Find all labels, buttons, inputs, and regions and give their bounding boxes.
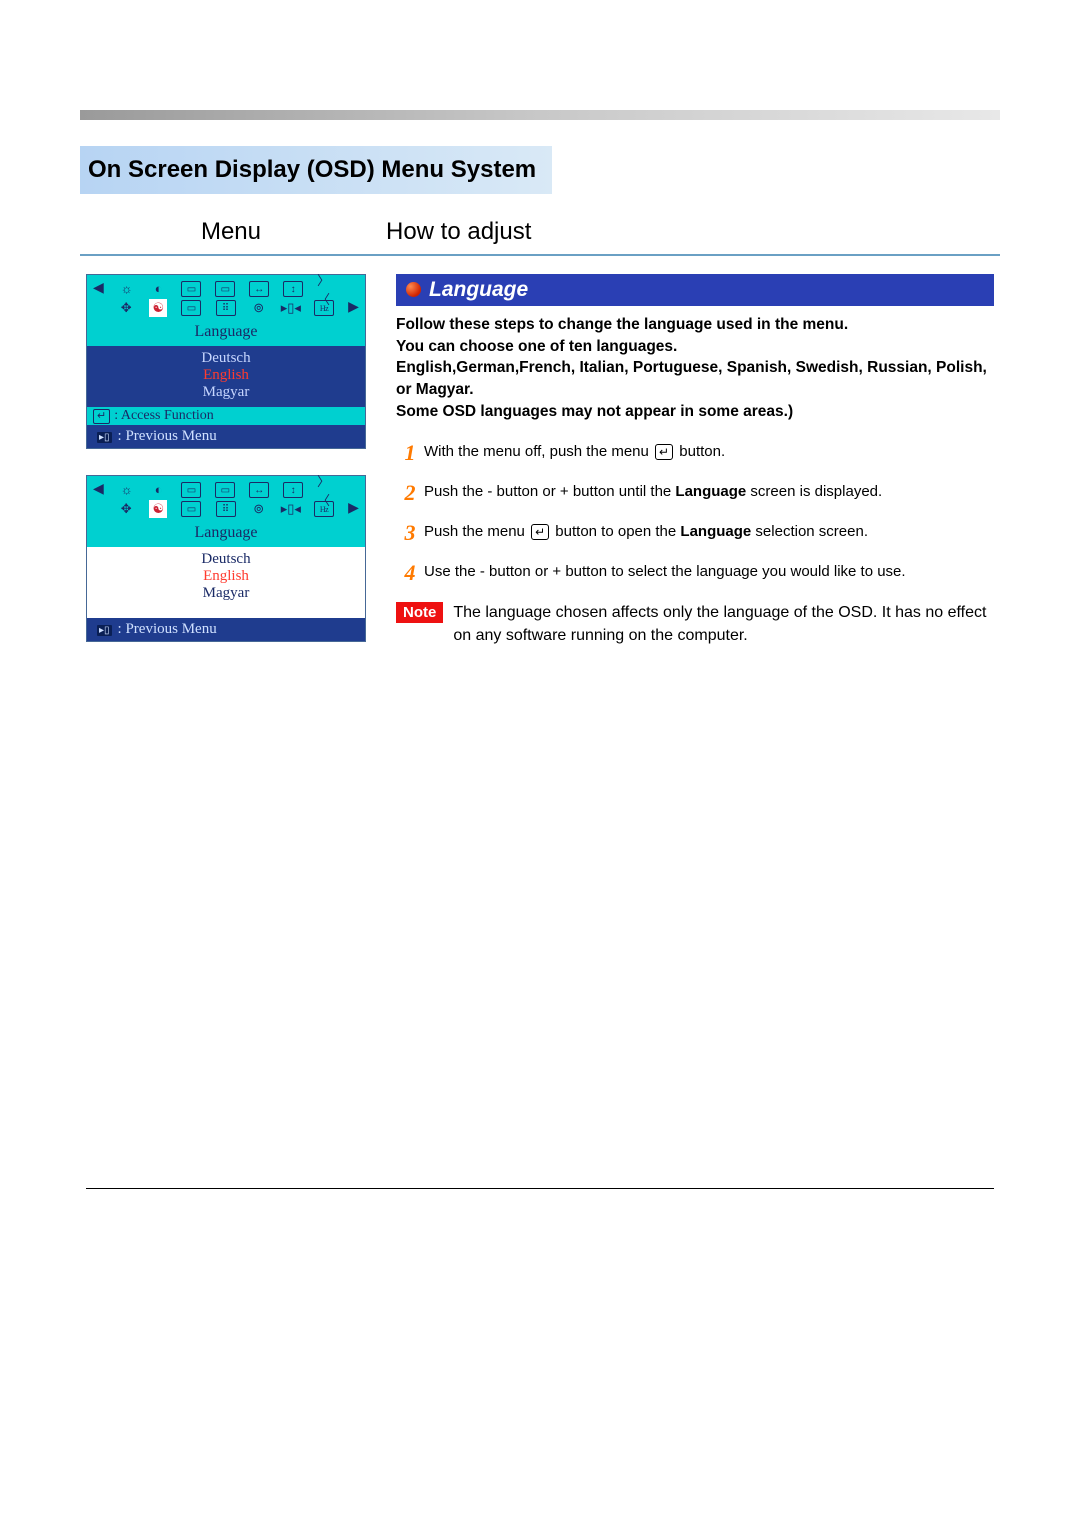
contrast-icon: ◐ xyxy=(150,280,168,298)
hpos-icon: ▭ xyxy=(181,482,201,498)
step-3: 3 Push the menu ↵ button to open the Lan… xyxy=(396,522,994,544)
geometry-icon: ✥ xyxy=(117,500,135,518)
hz-icon: Hz xyxy=(314,501,334,517)
osd-access-hint: ↵: Access Function xyxy=(87,407,365,425)
step-text: Push the menu ↵ button to open the Langu… xyxy=(424,522,994,542)
enter-key-icon: ↵ xyxy=(655,444,673,460)
hpos-icon: ▭ xyxy=(181,281,201,297)
hsize-icon: ↔ xyxy=(249,482,269,498)
note: Note The language chosen affects only th… xyxy=(396,602,994,647)
osd-panel-select: ◀ ☼ ◐ ▭ ▭ ↔ ↕ 〉〈 ✥ ☯ ▭ xyxy=(86,475,366,642)
osd-language-list: Deutsch English Magyar xyxy=(87,346,365,407)
osd-title: Language xyxy=(87,320,365,346)
vsize-icon: ↕ xyxy=(283,482,303,498)
osd-icon-grid: ◀ ☼ ◐ ▭ ▭ ↔ ↕ 〉〈 ✥ ☯ ▭ xyxy=(87,275,365,320)
geometry-icon: ✥ xyxy=(117,299,135,317)
osd-language-list: Deutsch English Magyar xyxy=(87,547,365,608)
section-heading: Language xyxy=(396,274,994,306)
nav-right-icon: ▶ xyxy=(348,301,359,315)
step-text: With the menu off, push the menu ↵ butto… xyxy=(424,442,994,462)
hsize-icon: ↔ xyxy=(249,281,269,297)
lang-item-magyar: Magyar xyxy=(87,585,365,602)
brightness-icon: ☼ xyxy=(118,481,136,499)
language-icon: ☯ xyxy=(149,299,167,317)
zoom-icon: ▭ xyxy=(181,501,201,517)
color-icon: ⠿ xyxy=(216,501,236,517)
page-title: On Screen Display (OSD) Menu System xyxy=(80,146,552,194)
bullet-icon xyxy=(406,282,421,297)
language-icon: ☯ xyxy=(149,500,167,518)
lang-item-english: English xyxy=(87,568,365,585)
exit-icon: ▸▯ xyxy=(97,432,112,443)
step-list: 1 With the menu off, push the menu ↵ but… xyxy=(396,442,994,584)
recall-icon: ⊚ xyxy=(250,500,268,518)
step-number: 2 xyxy=(396,482,424,504)
lang-item-magyar: Magyar xyxy=(87,384,365,401)
moire-icon: ▸▯◂ xyxy=(282,299,300,317)
enter-key-icon: ↵ xyxy=(531,524,549,540)
osd-previous-bar: ▸▯: Previous Menu xyxy=(87,425,365,448)
nav-right-icon: ▶ xyxy=(348,502,359,516)
vsize-icon: ↕ xyxy=(283,281,303,297)
enter-key-icon: ↵ xyxy=(93,409,110,424)
step-1: 1 With the menu off, push the menu ↵ but… xyxy=(396,442,994,464)
note-tag: Note xyxy=(396,602,443,623)
nav-left-icon: ◀ xyxy=(93,483,104,497)
divider xyxy=(80,254,1000,256)
lang-item-english: English xyxy=(87,367,365,384)
note-text: The language chosen affects only the lan… xyxy=(453,602,994,647)
header-bar xyxy=(80,110,1000,120)
osd-previous-bar: ▸▯: Previous Menu xyxy=(87,618,365,641)
lang-item-deutsch: Deutsch xyxy=(87,350,365,367)
hz-icon: Hz xyxy=(314,300,334,316)
step-number: 1 xyxy=(396,442,424,464)
step-text: Use the - button or + button to select t… xyxy=(424,562,994,582)
recall-icon: ⊚ xyxy=(250,299,268,317)
vpos-icon: ▭ xyxy=(215,281,235,297)
moire-icon: ▸▯◂ xyxy=(282,500,300,518)
vpos-icon: ▭ xyxy=(215,482,235,498)
osd-icon-grid: ◀ ☼ ◐ ▭ ▭ ↔ ↕ 〉〈 ✥ ☯ ▭ xyxy=(87,476,365,521)
column-heading-menu: Menu xyxy=(86,218,376,246)
osd-title: Language xyxy=(87,521,365,547)
lang-item-deutsch: Deutsch xyxy=(87,551,365,568)
step-2: 2 Push the - button or + button until th… xyxy=(396,482,994,504)
step-number: 3 xyxy=(396,522,424,544)
color-icon: ⠿ xyxy=(216,300,236,316)
zoom-icon: ▭ xyxy=(181,300,201,316)
column-heading-howto: How to adjust xyxy=(386,218,994,246)
pincushion-icon: 〉〈 xyxy=(317,481,335,499)
contrast-icon: ◐ xyxy=(150,481,168,499)
nav-left-icon: ◀ xyxy=(93,282,104,296)
footer-rule xyxy=(86,1188,994,1189)
pincushion-icon: 〉〈 xyxy=(317,280,335,298)
brightness-icon: ☼ xyxy=(118,280,136,298)
lead-text: Follow these steps to change the languag… xyxy=(396,314,994,422)
step-4: 4 Use the - button or + button to select… xyxy=(396,562,994,584)
exit-icon: ▸▯ xyxy=(97,625,112,636)
step-text: Push the - button or + button until the … xyxy=(424,482,994,502)
osd-panel-access: ◀ ☼ ◐ ▭ ▭ ↔ ↕ 〉〈 ✥ ☯ ▭ xyxy=(86,274,366,449)
step-number: 4 xyxy=(396,562,424,584)
